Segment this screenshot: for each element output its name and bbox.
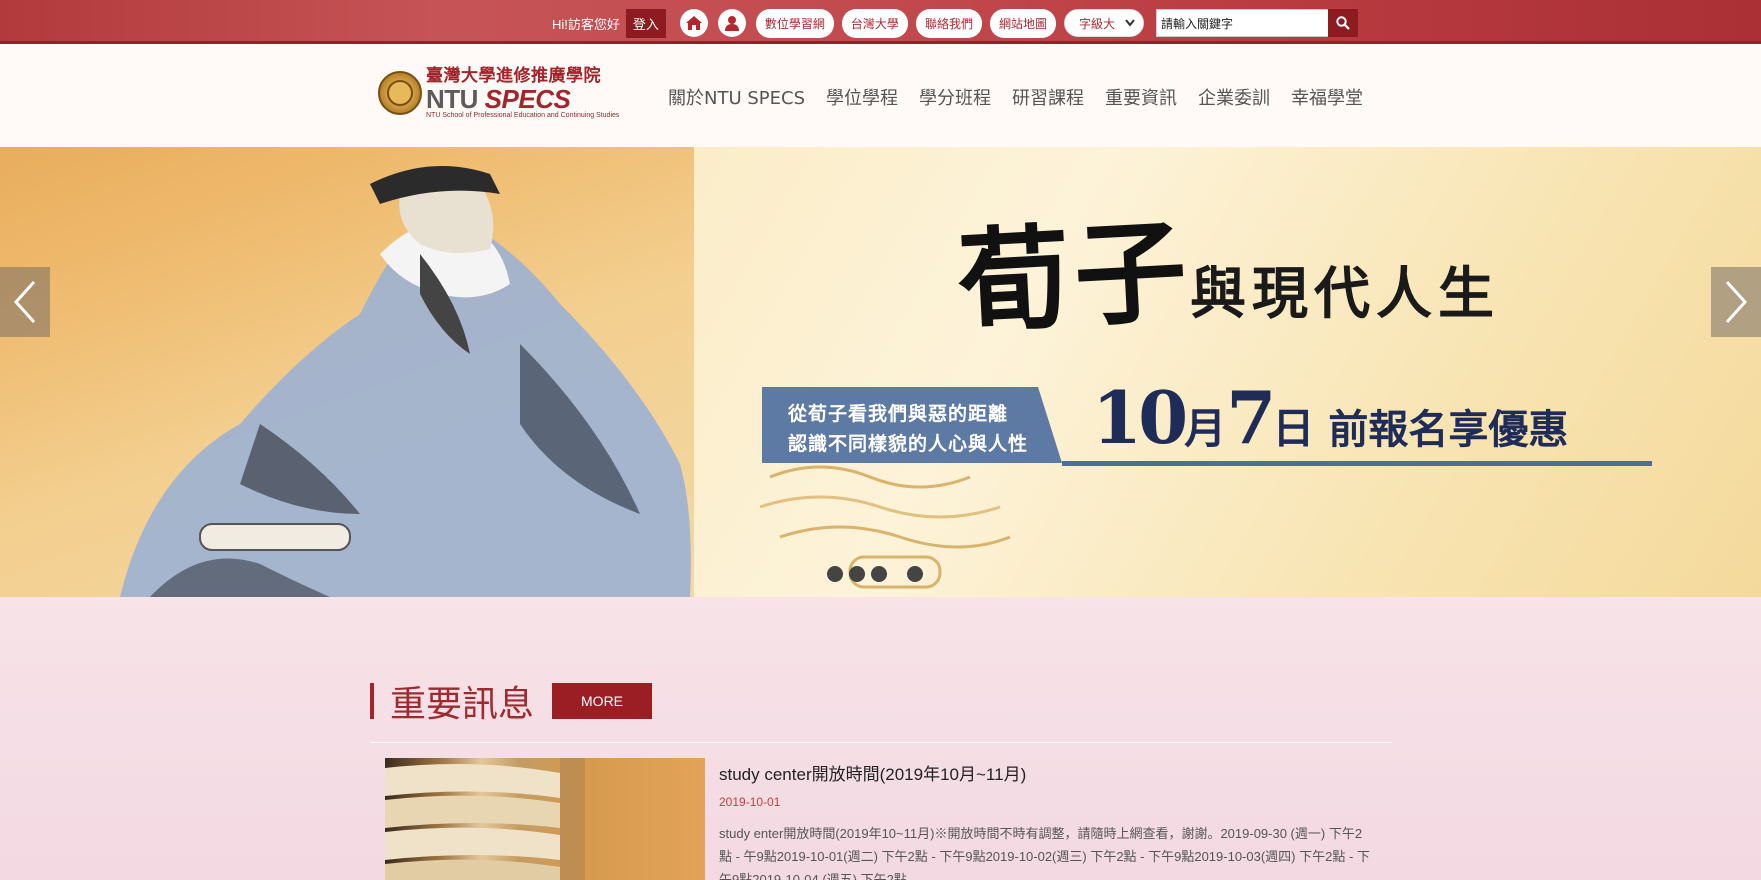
top-bar: Hi!訪客您好 登入 數位學習網 台灣大學 聯絡我們 網站地圖 字級大 bbox=[0, 0, 1761, 44]
user-icon bbox=[724, 16, 739, 31]
greeting-text: Hi!訪客您好 bbox=[552, 16, 620, 32]
banner-rule bbox=[1062, 461, 1652, 466]
ntu-seal-icon bbox=[378, 70, 422, 115]
link-elearning[interactable]: 數位學習網 bbox=[755, 8, 834, 38]
banner-title-sub: 與現代人生 bbox=[1190, 261, 1500, 327]
link-sitemap[interactable]: 網站地圖 bbox=[989, 8, 1056, 38]
login-button[interactable]: 登入 bbox=[625, 8, 666, 38]
banner-date: 10月7日 前報名享優惠 bbox=[1092, 375, 1568, 460]
books-image bbox=[385, 758, 585, 880]
carousel-dot[interactable] bbox=[871, 566, 887, 582]
news-item-body: study enter開放時間(2019年10~11月)※開放時間不時有調整，請… bbox=[719, 826, 1370, 880]
news-item-title[interactable]: study center開放時間(2019年10月~11月) bbox=[719, 760, 1026, 785]
banner-day-unit: 日 bbox=[1272, 404, 1315, 453]
nav-happiness[interactable]: 幸福學堂 bbox=[1291, 84, 1363, 110]
banner-promo: 前報名享優惠 bbox=[1328, 406, 1569, 453]
logo-english: NTU SPECS bbox=[426, 84, 571, 114]
home-button[interactable] bbox=[679, 9, 708, 37]
carousel-dots bbox=[827, 566, 929, 582]
banner-tag-line2: 認識不同樣貌的人心與人性 bbox=[788, 433, 1029, 455]
search-button[interactable] bbox=[1327, 9, 1358, 37]
banner-month-unit: 月 bbox=[1184, 404, 1227, 453]
banner-title-main: 荀子 bbox=[955, 206, 1194, 349]
news-section-header: 重要訊息 MORE bbox=[370, 675, 653, 727]
search-box bbox=[1155, 9, 1358, 37]
banner-painting bbox=[0, 147, 694, 597]
nav-workshop[interactable]: 研習課程 bbox=[1012, 84, 1084, 110]
news-item-date: 2019-10-01 bbox=[719, 795, 781, 809]
logo-subtitle: NTU School of Professional Education and… bbox=[426, 112, 620, 119]
nav-credit[interactable]: 學分班程 bbox=[919, 84, 991, 110]
carousel-dot[interactable] bbox=[849, 566, 865, 582]
site-header: 臺灣大學進修推廣學院 NTU SPECS NTU School of Profe… bbox=[0, 44, 1761, 147]
home-icon bbox=[685, 16, 702, 30]
section-accent-bar bbox=[370, 683, 374, 719]
site-logo[interactable]: 臺灣大學進修推廣學院 NTU SPECS NTU School of Profe… bbox=[378, 66, 619, 119]
carousel-prev-button[interactable] bbox=[0, 267, 50, 337]
main-nav: 關於NTU SPECS 學位學程 學分班程 研習課程 重要資訊 企業委訓 幸福學… bbox=[668, 84, 1384, 110]
banner-tag-line1: 從荀子看我們與惡的距離 bbox=[788, 403, 1009, 425]
nav-about[interactable]: 關於NTU SPECS bbox=[668, 84, 805, 110]
logo-text: 臺灣大學進修推廣學院 NTU SPECS NTU School of Profe… bbox=[426, 66, 619, 119]
search-icon bbox=[1336, 16, 1350, 30]
nav-degree[interactable]: 學位學程 bbox=[826, 84, 898, 110]
hero-banner[interactable]: 荀子 與現代人生 從荀子看我們與惡的距離 認識不同樣貌的人心與人性 10月7日前… bbox=[0, 147, 1761, 597]
chevron-left-icon bbox=[13, 280, 36, 324]
more-button[interactable]: MORE bbox=[552, 683, 653, 719]
link-ntu[interactable]: 台灣大學 bbox=[841, 8, 908, 38]
logo-chinese: 臺灣大學進修推廣學院 bbox=[426, 66, 601, 86]
chevron-down-icon bbox=[1125, 19, 1135, 27]
banner-day-num: 7 bbox=[1226, 375, 1276, 460]
banner-tag: 從荀子看我們與惡的距離 認識不同樣貌的人心與人性 bbox=[762, 387, 1062, 463]
banner-month-num: 10 bbox=[1092, 375, 1188, 460]
member-button[interactable] bbox=[717, 9, 746, 37]
carousel-next-button[interactable] bbox=[1711, 267, 1761, 337]
chevron-right-icon bbox=[1725, 280, 1748, 324]
top-bar-inner: Hi!訪客您好 登入 數位學習網 台灣大學 聯絡我們 網站地圖 字級大 bbox=[552, 8, 1358, 38]
nav-news[interactable]: 重要資訊 bbox=[1105, 84, 1177, 110]
section-divider bbox=[370, 742, 1392, 743]
nav-enterprise[interactable]: 企業委訓 bbox=[1198, 84, 1270, 110]
news-section: 重要訊息 MORE study center開放時間(2019年10月~11月)… bbox=[0, 597, 1761, 880]
search-input[interactable] bbox=[1155, 9, 1328, 37]
carousel-dot[interactable] bbox=[827, 566, 843, 582]
font-size-label: 字級大 bbox=[1078, 16, 1115, 31]
link-contact[interactable]: 聯絡我們 bbox=[915, 8, 982, 38]
font-size-select[interactable]: 字級大 bbox=[1063, 9, 1144, 37]
xunzi-illustration bbox=[120, 166, 691, 597]
carousel-dot[interactable] bbox=[907, 566, 923, 582]
news-thumbnail[interactable] bbox=[385, 758, 705, 880]
news-section-title: 重要訊息 bbox=[390, 684, 535, 725]
